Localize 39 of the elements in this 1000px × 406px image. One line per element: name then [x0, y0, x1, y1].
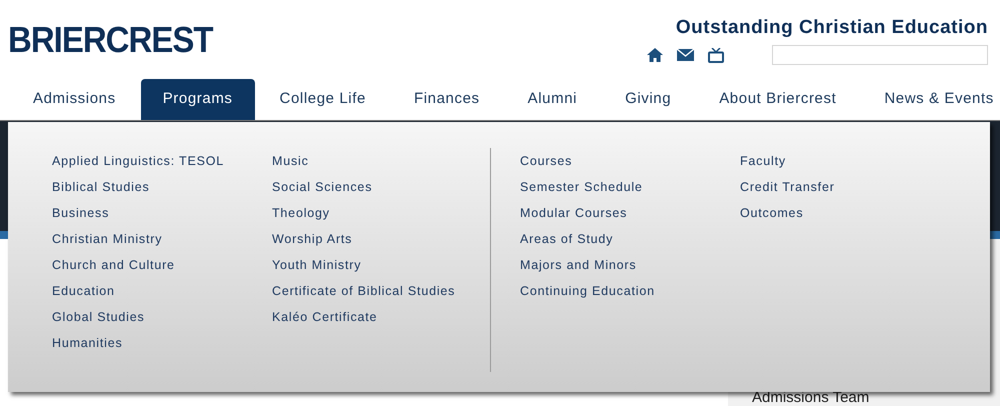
nav-tab[interactable]: Admissions: [13, 79, 136, 120]
menu-link[interactable]: Semester Schedule: [520, 179, 740, 195]
nav-tab[interactable]: Giving: [605, 79, 692, 120]
menu-link[interactable]: Continuing Education: [520, 283, 740, 299]
menu-link[interactable]: Courses: [520, 153, 740, 169]
menu-link[interactable]: Modular Courses: [520, 205, 740, 221]
nav-tab[interactable]: College Life: [260, 79, 386, 120]
mail-icon[interactable]: [677, 49, 694, 61]
menu-link[interactable]: Outcomes: [740, 205, 960, 221]
nav-tab[interactable]: Finances: [394, 79, 500, 120]
nav-tab[interactable]: Programs: [140, 79, 255, 120]
sidebar-link[interactable]: Admissions Team: [752, 391, 1000, 405]
menu-link[interactable]: Areas of Study: [520, 231, 740, 247]
tv-icon[interactable]: [708, 48, 724, 62]
menu-link[interactable]: Business: [52, 205, 272, 221]
nav-tab[interactable]: News & Events: [864, 79, 1000, 120]
home-icon[interactable]: [647, 48, 663, 62]
menu-link[interactable]: Education: [52, 283, 272, 299]
menu-link[interactable]: Global Studies: [52, 309, 272, 325]
menu-link[interactable]: Church and Culture: [52, 257, 272, 273]
menu-link[interactable]: Social Sciences: [272, 179, 482, 195]
nav-tab[interactable]: About Briercrest: [699, 79, 856, 120]
menu-link[interactable]: Humanities: [52, 335, 272, 351]
tagline: Outstanding Christian Education: [676, 17, 988, 39]
menu-link[interactable]: Majors and Minors: [520, 257, 740, 273]
menu-link[interactable]: Faculty: [740, 153, 960, 169]
nav-tab[interactable]: Alumni: [508, 79, 598, 120]
menu-link[interactable]: Credit Transfer: [740, 179, 960, 195]
menu-link[interactable]: Certificate of Biblical Studies: [272, 283, 482, 299]
menu-link[interactable]: Biblical Studies: [52, 179, 272, 195]
search-field[interactable]: [772, 45, 988, 65]
logo[interactable]: BRIERCREST: [8, 20, 213, 60]
menu-link[interactable]: Christian Ministry: [52, 231, 272, 247]
menu-link[interactable]: Youth Ministry: [272, 257, 482, 273]
menu-link[interactable]: Theology: [272, 205, 482, 221]
menu-link[interactable]: Music: [272, 153, 482, 169]
menu-link[interactable]: Kaléo Certificate: [272, 309, 482, 325]
menu-link[interactable]: Applied Linguistics: TESOL: [52, 153, 272, 169]
menu-link[interactable]: Worship Arts: [272, 231, 482, 247]
